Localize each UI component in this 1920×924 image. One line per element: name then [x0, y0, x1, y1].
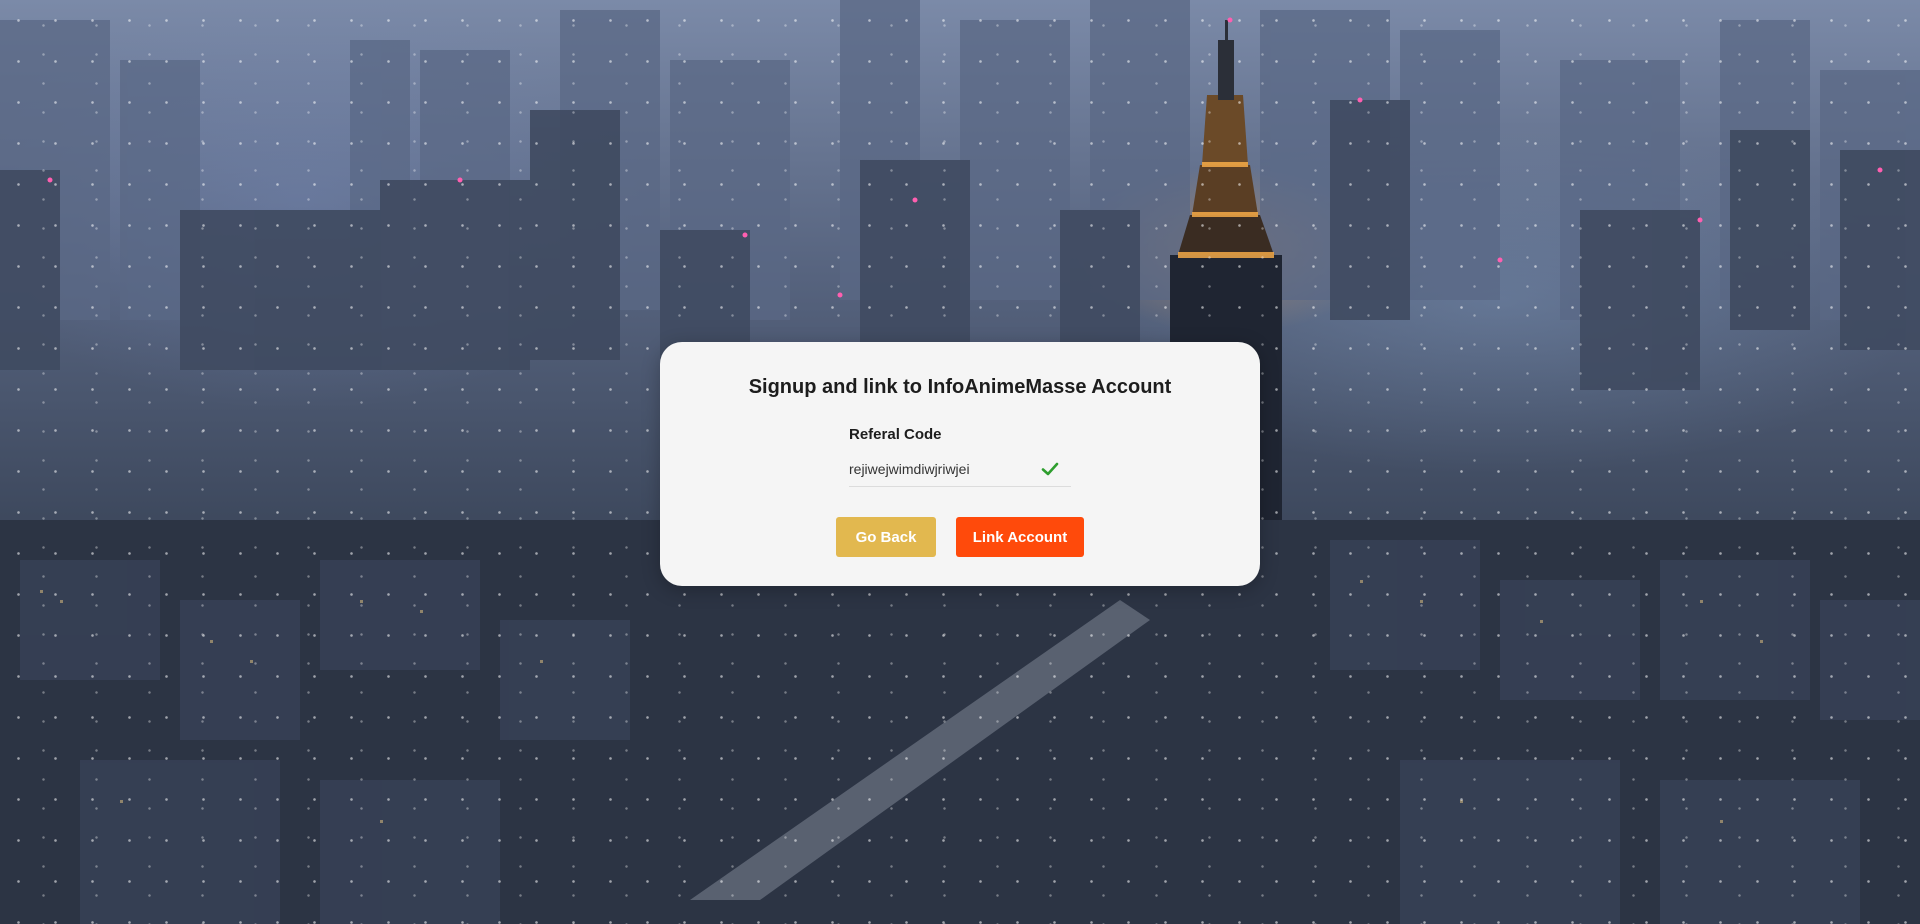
link-account-button[interactable]: Link Account — [956, 517, 1084, 557]
signup-card: Signup and link to InfoAnimeMasse Accoun… — [660, 342, 1260, 586]
referral-code-label: Referal Code — [849, 426, 942, 443]
check-icon — [1041, 462, 1059, 476]
go-back-button[interactable]: Go Back — [836, 517, 936, 557]
referral-code-field — [849, 452, 1071, 487]
referral-code-input[interactable] — [849, 452, 1029, 486]
page-title: Signup and link to InfoAnimeMasse Accoun… — [748, 376, 1172, 398]
